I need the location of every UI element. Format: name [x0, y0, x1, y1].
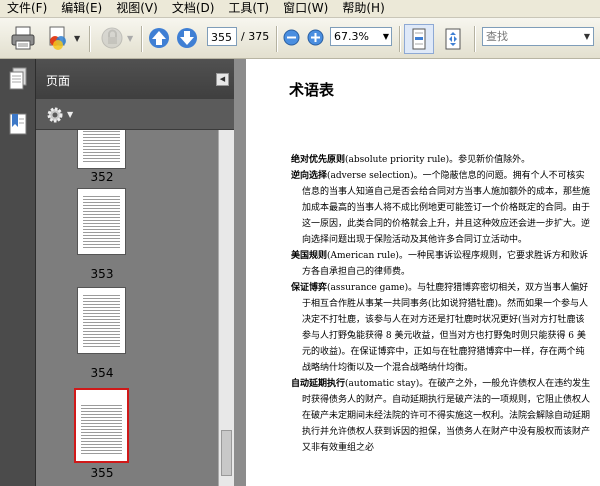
glossary-entry: 逆向选择(adverse selection)。一个隐蔽信息的问题。拥有个人不可… [291, 168, 593, 248]
glossary-entries: 绝对优先原则(absolute priority rule)。参见新价值除外。 … [291, 152, 593, 456]
panel-title: 页面 [46, 74, 71, 88]
glossary-entry: 自动延期执行(automatic stay)。在破产之外，一般允许债权人在违约发… [291, 376, 593, 456]
find-field[interactable]: 查找 ▼ [482, 27, 594, 46]
find-placeholder: 查找 [486, 30, 508, 43]
glossary-entry: 保证博弈(assurance game)。与牡鹿狩猎博弈密切相关，双方当事人偏好… [291, 280, 593, 376]
thumbnail-scrollbar[interactable] [218, 130, 235, 486]
navigation-strip [0, 59, 36, 486]
glossary-term: 自动延期执行 [291, 379, 346, 389]
glossary-entry: 绝对优先原则(absolute priority rule)。参见新价值除外。 [291, 152, 593, 168]
toolbar: ▼ ▼ 355 / 375 67.3% ▼ 查找 ▼ [0, 18, 600, 59]
menu-edit[interactable]: 编辑(E) [54, 0, 109, 17]
glossary-definition: (assurance game)。与牡鹿狩猎博弈密切相关，双方当事人偏好于相互合… [302, 283, 589, 373]
thumbnail-label: 355 [90, 466, 114, 480]
thumbnail-page[interactable] [77, 188, 126, 255]
menu-bar: 文件(F) 编辑(E) 视图(V) 文档(D) 工具(T) 窗口(W) 帮助(H… [0, 0, 600, 18]
glossary-entry: 美国规则(American rule)。一种民事诉讼程序规则，它要求胜诉方和败诉… [291, 248, 593, 280]
glossary-definition: (automatic stay)。在破产之外，一般允许债权人在违约发生时获得债务… [302, 379, 591, 453]
menu-help[interactable]: 帮助(H) [335, 0, 391, 17]
glossary-definition: (adverse selection)。一个隐蔽信息的问题。拥有个人不可核实信息… [302, 171, 591, 245]
menu-tools[interactable]: 工具(T) [221, 0, 276, 17]
prev-page-icon[interactable] [148, 27, 170, 52]
menu-view[interactable]: 视图(V) [109, 0, 165, 17]
panel-options-bar: ▼ [36, 99, 234, 130]
thumbnail-label: 352 [90, 170, 114, 184]
glossary-term: 逆向选择 [291, 171, 328, 181]
zoom-out-icon[interactable] [283, 29, 300, 49]
glossary-term: 绝对优先原则 [291, 155, 346, 165]
thumbnail-page[interactable] [77, 130, 126, 169]
fit-page-icon[interactable] [404, 24, 434, 54]
glossary-definition: (absolute priority rule)。参见新价值除外。 [345, 155, 531, 165]
page-number-input[interactable]: 355 [207, 27, 237, 46]
page-heading: 术语表 [289, 81, 335, 99]
panel-splitter[interactable] [234, 59, 246, 486]
glossary-term: 美国规则 [291, 251, 328, 261]
chevron-down-icon[interactable]: ▼ [584, 28, 590, 45]
glossary-term: 保证博弈 [291, 283, 328, 293]
create-pdf-icon[interactable] [45, 25, 71, 54]
bookmarks-icon[interactable] [7, 112, 29, 139]
pages-panel: 页面 ◀ ▼ 352 353 354 355 [36, 59, 235, 486]
zoom-field[interactable]: 67.3% ▼ [330, 27, 392, 46]
next-page-icon[interactable] [176, 27, 198, 52]
thumbnail-list: 352 353 354 355 [36, 130, 218, 486]
thumbnail-label: 353 [90, 267, 114, 281]
chevron-down-icon[interactable]: ▼ [67, 110, 73, 119]
secure-icon[interactable] [100, 26, 124, 53]
glossary-definition: (American rule)。一种民事诉讼程序规则，它要求胜诉方和败诉方各自承… [302, 251, 588, 277]
menu-window[interactable]: 窗口(W) [276, 0, 335, 17]
page-count: / 375 [241, 30, 270, 43]
pages-icon[interactable] [8, 67, 28, 94]
gear-icon[interactable] [46, 106, 64, 127]
chevron-down-icon[interactable]: ▼ [383, 28, 389, 45]
collapse-panel-icon[interactable]: ◀ [216, 73, 229, 86]
print-icon[interactable] [10, 25, 36, 54]
zoom-value: 67.3% [334, 30, 369, 43]
menu-document[interactable]: 文档(D) [165, 0, 222, 17]
thumbnail-label: 354 [90, 366, 114, 380]
menu-file[interactable]: 文件(F) [0, 0, 54, 17]
thumbnail-page[interactable] [77, 287, 126, 354]
fullscreen-icon[interactable] [440, 26, 466, 55]
thumbnail-page-selected[interactable] [74, 388, 129, 463]
zoom-in-icon[interactable] [307, 29, 324, 49]
scrollbar-thumb[interactable] [221, 430, 232, 476]
panel-header: 页面 ◀ [36, 59, 234, 99]
document-page: 术语表 绝对优先原则(absolute priority rule)。参见新价值… [246, 59, 600, 486]
